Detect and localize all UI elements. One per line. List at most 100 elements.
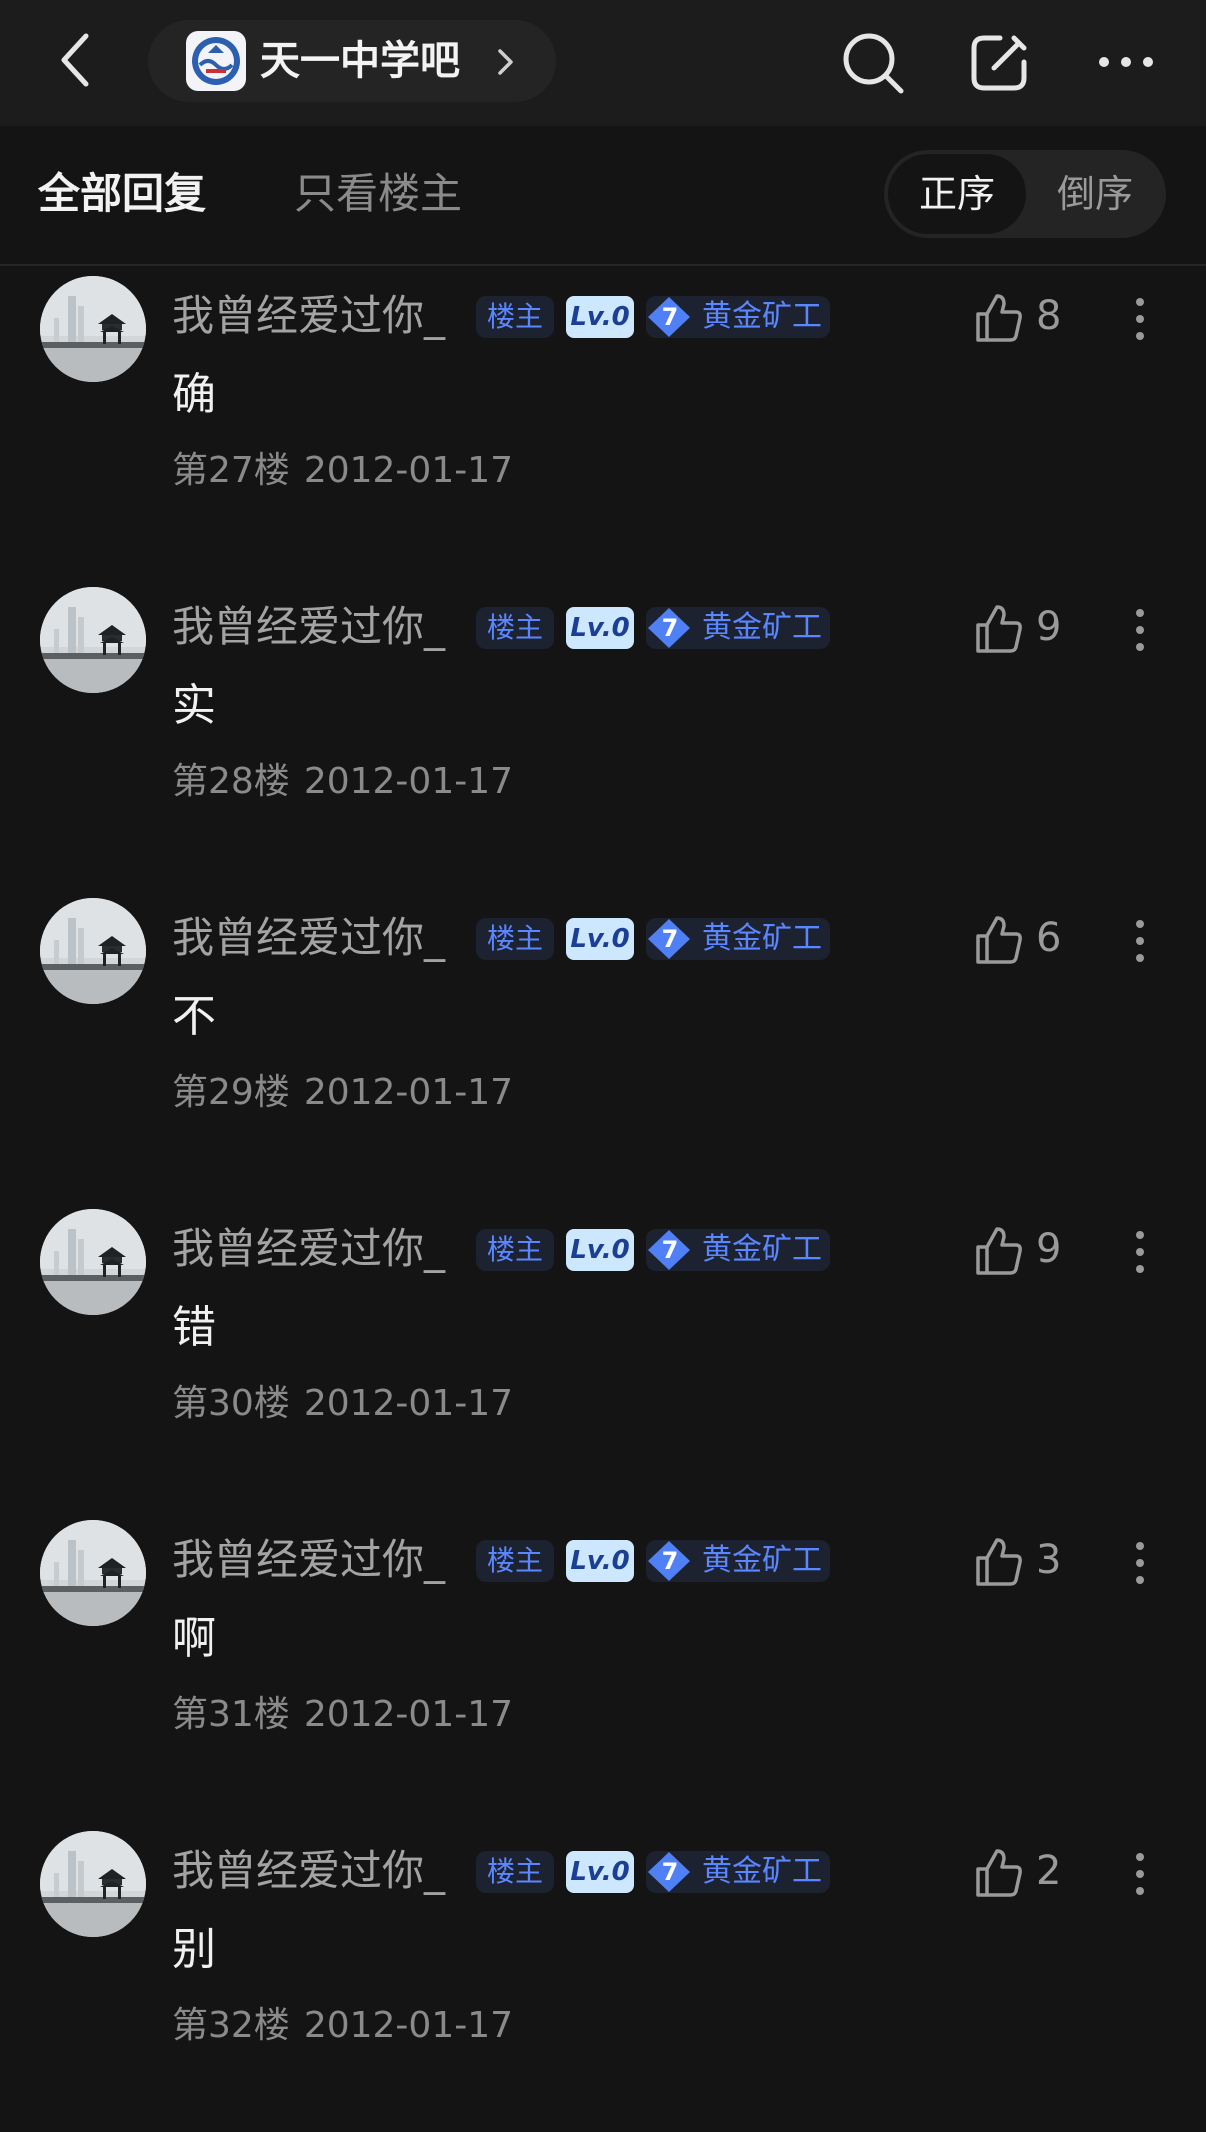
floor-number: 第27楼 <box>172 450 290 491</box>
chevron-right-icon <box>498 49 513 75</box>
rank-level-number: 7 <box>661 614 679 642</box>
username[interactable]: 我曾经爱过你_ <box>172 286 445 346</box>
avatar[interactable] <box>40 898 146 1004</box>
more-vertical-icon[interactable] <box>1130 1227 1150 1277</box>
floor-number: 第31楼 <box>172 1694 290 1735</box>
username[interactable]: 我曾经爱过你_ <box>172 1841 445 1901</box>
level-badge: Lv.0 <box>566 1540 634 1582</box>
like-count: 9 <box>1036 1226 1062 1272</box>
reply-content: 错 <box>172 1302 216 1353</box>
rank-title: 黄金矿工 <box>702 1232 822 1267</box>
reply-date: 2012-01-17 <box>303 1072 514 1113</box>
forum-logo <box>186 31 246 91</box>
rank-title: 黄金矿工 <box>702 1854 822 1889</box>
reply-date: 2012-01-17 <box>303 1383 514 1424</box>
rank-title: 黄金矿工 <box>702 921 822 956</box>
avatar[interactable] <box>40 587 146 693</box>
rank-level-number: 7 <box>661 1547 679 1575</box>
thumbs-up-icon[interactable] <box>974 1536 1024 1588</box>
reply-item: 我曾经爱过你_ 楼主 Lv.0 7 黄金矿工 8 确 第27楼 2012-01-1… <box>0 266 1206 577</box>
more-vertical-icon[interactable] <box>1130 294 1150 344</box>
level-badge: Lv.0 <box>566 607 634 649</box>
reply-item: 我曾经爱过你_ 楼主 Lv.0 7 黄金矿工 6 不 第29楼 2012-01-1… <box>0 888 1206 1199</box>
rank-badge: 7 黄金矿工 <box>646 918 830 960</box>
op-badge: 楼主 <box>476 1851 554 1893</box>
floor-number: 第30楼 <box>172 1383 290 1424</box>
floor-number: 第29楼 <box>172 1072 290 1113</box>
forum-name: 天一中学吧 <box>260 38 460 84</box>
search-button[interactable] <box>840 30 906 96</box>
rank-level-number: 7 <box>661 1858 679 1886</box>
avatar[interactable] <box>40 276 146 382</box>
more-vertical-icon[interactable] <box>1130 605 1150 655</box>
rank-badge: 7 黄金矿工 <box>646 296 830 338</box>
reply-content: 不 <box>172 991 216 1042</box>
reply-meta: 第31楼 2012-01-17 <box>172 1688 513 1742</box>
chevron-left-icon <box>61 33 89 87</box>
like-count: 2 <box>1036 1848 1062 1894</box>
tab-all-replies[interactable]: 全部回复 <box>38 164 206 224</box>
username[interactable]: 我曾经爱过你_ <box>172 908 445 968</box>
reply-meta: 第27楼 2012-01-17 <box>172 444 513 498</box>
reply-date: 2012-01-17 <box>303 450 514 491</box>
username[interactable]: 我曾经爱过你_ <box>172 1219 445 1279</box>
reply-item: 我曾经爱过你_ 楼主 Lv.0 7 黄金矿工 9 实 第28楼 2012-01-1… <box>0 577 1206 888</box>
op-badge: 楼主 <box>476 1229 554 1271</box>
sort-ascending-button[interactable]: 正序 <box>888 154 1026 234</box>
rank-title: 黄金矿工 <box>702 610 822 645</box>
floor-number: 第28楼 <box>172 761 290 802</box>
reply-item: 我曾经爱过你_ 楼主 Lv.0 7 黄金矿工 9 错 第30楼 2012-01-1… <box>0 1199 1206 1510</box>
reply-filter-bar: 全部回复 只看楼主 正序 倒序 <box>0 126 1206 266</box>
forum-entry-button[interactable]: 天一中学吧 <box>148 20 556 102</box>
like-count: 8 <box>1036 293 1062 339</box>
thumbs-up-icon[interactable] <box>974 292 1024 344</box>
reply-content: 别 <box>172 1924 216 1975</box>
op-badge: 楼主 <box>476 1540 554 1582</box>
avatar[interactable] <box>40 1520 146 1626</box>
reply-content: 实 <box>172 680 216 731</box>
sort-order-toggle: 正序 倒序 <box>884 150 1166 238</box>
tab-only-op[interactable]: 只看楼主 <box>294 164 462 224</box>
floor-number: 第32楼 <box>172 2005 290 2046</box>
reply-meta: 第28楼 2012-01-17 <box>172 755 513 809</box>
reply-content: 啊 <box>172 1613 216 1664</box>
rank-title: 黄金矿工 <box>702 1543 822 1578</box>
reply-content: 确 <box>172 369 216 420</box>
thumbs-up-icon[interactable] <box>974 1847 1024 1899</box>
more-horizontal-icon <box>1099 57 1153 67</box>
like-count: 3 <box>1036 1537 1062 1583</box>
avatar[interactable] <box>40 1831 146 1937</box>
reply-date: 2012-01-17 <box>303 2005 514 2046</box>
rank-badge: 7 黄金矿工 <box>646 1851 830 1893</box>
username[interactable]: 我曾经爱过你_ <box>172 597 445 657</box>
op-badge: 楼主 <box>476 918 554 960</box>
level-badge: Lv.0 <box>566 1229 634 1271</box>
reply-edit-button[interactable] <box>966 30 1032 96</box>
level-badge: Lv.0 <box>566 918 634 960</box>
more-options-button[interactable] <box>1096 44 1156 80</box>
level-badge: Lv.0 <box>566 1851 634 1893</box>
thumbs-up-icon[interactable] <box>974 603 1024 655</box>
reply-item: 我曾经爱过你_ 楼主 Lv.0 7 黄金矿工 3 啊 第31楼 2012-01-1… <box>0 1510 1206 1821</box>
reply-item: 我曾经爱过你_ 楼主 Lv.0 7 黄金矿工 2 别 第32楼 2012-01-1… <box>0 1821 1206 2132</box>
search-icon <box>843 33 904 94</box>
reply-date: 2012-01-17 <box>303 1694 514 1735</box>
rank-badge: 7 黄金矿工 <box>646 1229 830 1271</box>
rank-level-number: 7 <box>661 303 679 331</box>
like-count: 9 <box>1036 604 1062 650</box>
sort-descending-button[interactable]: 倒序 <box>1028 154 1162 234</box>
more-vertical-icon[interactable] <box>1130 1849 1150 1899</box>
more-vertical-icon[interactable] <box>1130 916 1150 966</box>
more-vertical-icon[interactable] <box>1130 1538 1150 1588</box>
avatar[interactable] <box>40 1209 146 1315</box>
reply-meta: 第29楼 2012-01-17 <box>172 1066 513 1120</box>
reply-meta: 第30楼 2012-01-17 <box>172 1377 513 1431</box>
top-nav-bar: 天一中学吧 <box>0 0 1206 126</box>
op-badge: 楼主 <box>476 296 554 338</box>
rank-title: 黄金矿工 <box>702 299 822 334</box>
op-badge: 楼主 <box>476 607 554 649</box>
thumbs-up-icon[interactable] <box>974 914 1024 966</box>
username[interactable]: 我曾经爱过你_ <box>172 1530 445 1590</box>
thumbs-up-icon[interactable] <box>974 1225 1024 1277</box>
back-button[interactable] <box>52 28 108 92</box>
